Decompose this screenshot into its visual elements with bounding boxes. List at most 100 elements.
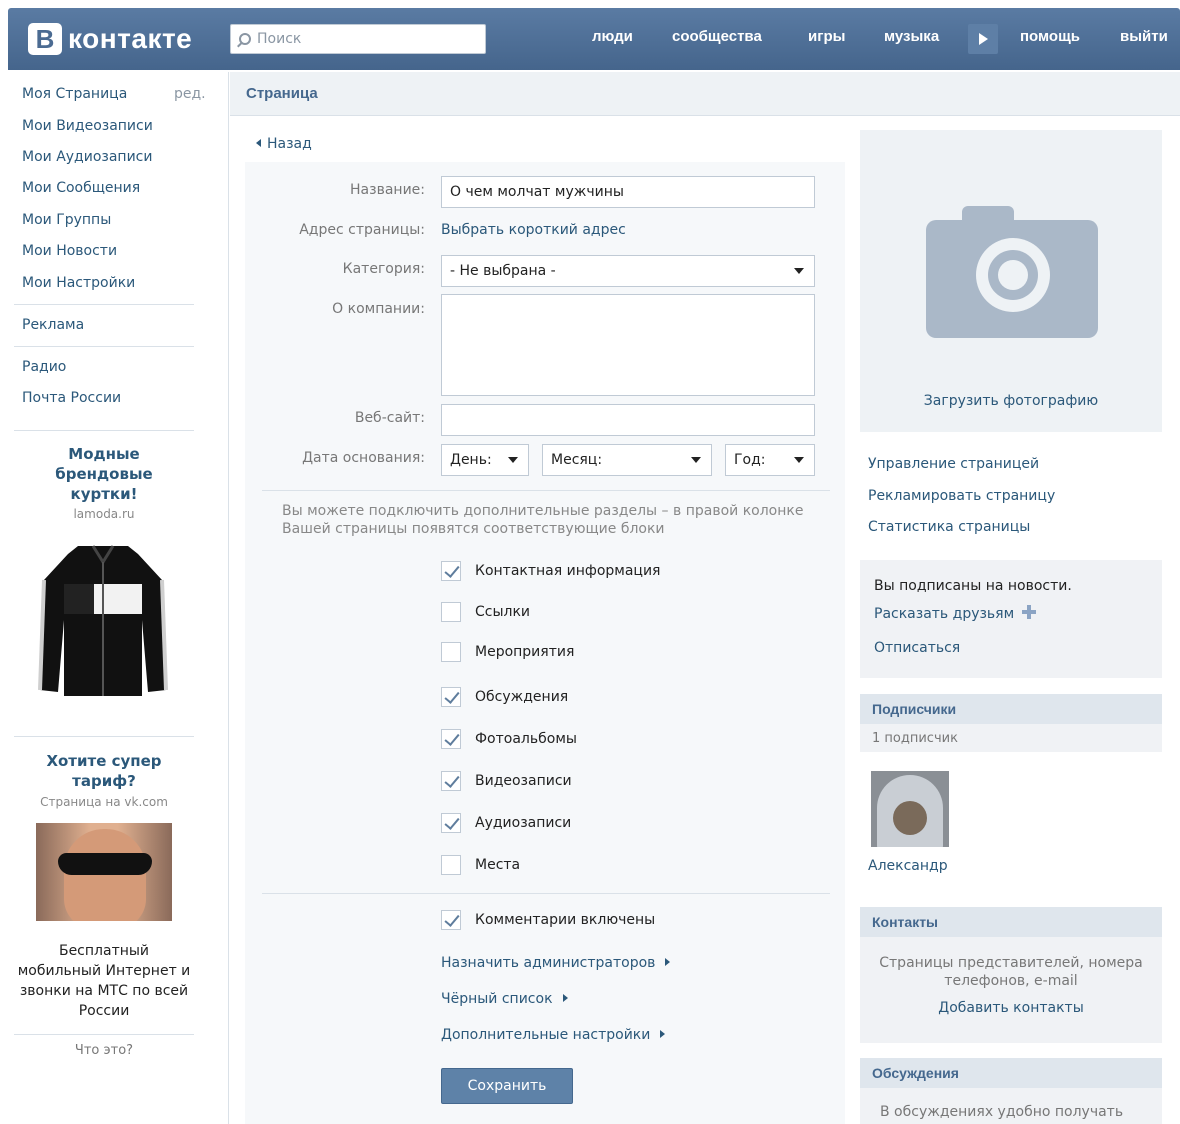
sidebar-item-groups[interactable]: Мои Группы [22,212,111,228]
subscriber-name-link[interactable]: Александр [868,858,948,874]
form-divider [262,490,830,491]
subscribers-title: Подписчики [872,701,957,717]
day-select[interactable]: День: [441,444,529,476]
year-value: Год: [734,452,766,468]
save-button[interactable]: Сохранить [441,1068,573,1104]
sidebar-edit-link[interactable]: ред. [174,86,206,102]
form-divider [262,893,830,894]
website-label: Веб-сайт: [354,410,425,426]
checkbox-label: Контактная информация [475,563,661,579]
ad-what-is-this-link[interactable]: Что это? [14,1043,194,1058]
ad-title-tariff[interactable]: Хотите супер тариф? [14,751,194,791]
category-select[interactable]: - Не выбрана - [441,255,815,287]
contacts-title: Контакты [872,914,939,930]
year-select[interactable]: Год: [725,444,815,476]
section-checkbox-discussions[interactable]: Обсуждения [441,687,568,707]
short-address-link[interactable]: Выбрать короткий адрес [441,222,626,238]
category-value: - Не выбрана - [450,263,556,279]
section-checkbox-audios[interactable]: Аудиозаписи [441,813,571,833]
category-label: Категория: [342,261,425,277]
month-select[interactable]: Месяц: [542,444,712,476]
checkbox-label: Аудиозаписи [475,815,572,831]
ad-source: Страница на vk.com [40,795,168,809]
sidebar-item-messages[interactable]: Мои Сообщения [22,180,140,196]
search-icon [239,33,251,45]
upload-photo-link[interactable]: Загрузить фотографию [860,393,1162,409]
checkbox[interactable] [441,561,461,581]
discussions-header[interactable]: Обсуждения [860,1058,1162,1088]
sidebar-item-settings[interactable]: Мои Настройки [22,275,135,291]
advanced-settings-link[interactable]: Дополнительные настройки [441,1027,665,1043]
checkbox[interactable] [441,771,461,791]
section-checkbox-events[interactable]: Мероприятия [441,642,574,662]
sidebar-item-videos[interactable]: Мои Видеозаписи [22,118,153,134]
section-checkbox-videos[interactable]: Видеозаписи [441,771,572,791]
checkbox[interactable] [441,813,461,833]
section-checkbox-places[interactable]: Места [441,855,520,875]
nav-games[interactable]: игры [808,28,845,45]
search-box[interactable] [230,24,486,54]
sidebar-item-radio[interactable]: Радио [22,359,66,375]
section-checkbox-contacts[interactable]: Контактная информация [441,561,660,581]
contacts-box [860,937,1162,1043]
checkbox-label: Обсуждения [475,689,569,705]
unsubscribe-link[interactable]: Отписаться [874,640,960,656]
comments-checkbox[interactable]: Комментарии включены [441,910,655,930]
sidebar-divider [14,304,194,305]
ad-jacket-image[interactable] [38,540,168,700]
sidebar-divider [14,1034,194,1035]
discussions-title: Обсуждения [872,1065,959,1081]
nav-people[interactable]: люди [592,28,633,45]
name-input[interactable] [441,176,815,208]
sidebar-item-my-page[interactable]: Моя Страница [22,86,127,102]
website-input[interactable] [441,404,815,436]
checkbox[interactable] [441,910,461,930]
photo-upload-box[interactable]: Загрузить фотографию [860,130,1162,432]
section-checkbox-photos[interactable]: Фотоальбомы [441,729,577,749]
nav-music[interactable]: музыка [884,28,939,45]
sidebar-item-ads[interactable]: Реклама [22,317,84,333]
ad-man-image[interactable] [36,823,172,921]
nav-communities[interactable]: сообщества [672,28,762,45]
camera-icon [926,206,1098,338]
sidebar-item-audios[interactable]: Мои Аудиозаписи [22,149,152,165]
chevron-down-icon [508,457,518,463]
subscription-box: Вы подписаны на новости. Расказать друзь… [860,560,1162,678]
plus-icon [1022,605,1037,619]
checkbox[interactable] [441,642,461,662]
logo-text: контакте [68,23,193,54]
add-contacts-link[interactable]: Добавить контакты [860,1000,1162,1016]
subscribers-header[interactable]: Подписчики [860,694,1162,724]
avatar[interactable] [871,771,949,847]
nav-logout[interactable]: выйти [1120,28,1168,45]
section-header: Страница [230,72,1180,116]
checkbox[interactable] [441,729,461,749]
logo-letter: В [28,23,62,55]
checkbox-label: Фотоальбомы [475,731,577,747]
contacts-header[interactable]: Контакты [860,907,1162,937]
play-icon[interactable] [968,24,998,54]
ad-source: lamoda.ru [73,507,135,521]
nav-help[interactable]: помощь [1020,28,1080,45]
checkbox[interactable] [441,855,461,875]
manage-page-link[interactable]: Управление страницей [868,456,1039,472]
assign-admins-link[interactable]: Назначить администраторов [441,955,670,971]
chevron-down-icon [794,268,804,274]
vk-logo[interactable]: В контакте [28,20,192,58]
sidebar-item-news[interactable]: Мои Новости [22,243,117,259]
checkbox[interactable] [441,602,461,622]
checkbox-label: Мероприятия [475,644,575,660]
sidebar-item-russian-post[interactable]: Почта России [22,390,121,406]
page-stats-link[interactable]: Статистика страницы [868,519,1030,535]
chevron-down-icon [691,457,701,463]
blacklist-link[interactable]: Чёрный список [441,991,568,1007]
section-checkbox-links[interactable]: Ссылки [441,602,530,622]
checkbox[interactable] [441,687,461,707]
ad-title-jackets[interactable]: Модные брендовые куртки! [14,444,194,504]
back-link[interactable]: Назад [256,136,312,152]
about-textarea[interactable] [441,294,815,396]
advertise-page-link[interactable]: Рекламировать страницу [868,488,1055,504]
search-input[interactable] [257,31,467,47]
chevron-down-icon [794,457,804,463]
tell-friends-link[interactable]: Расказать друзьям [874,605,1037,622]
